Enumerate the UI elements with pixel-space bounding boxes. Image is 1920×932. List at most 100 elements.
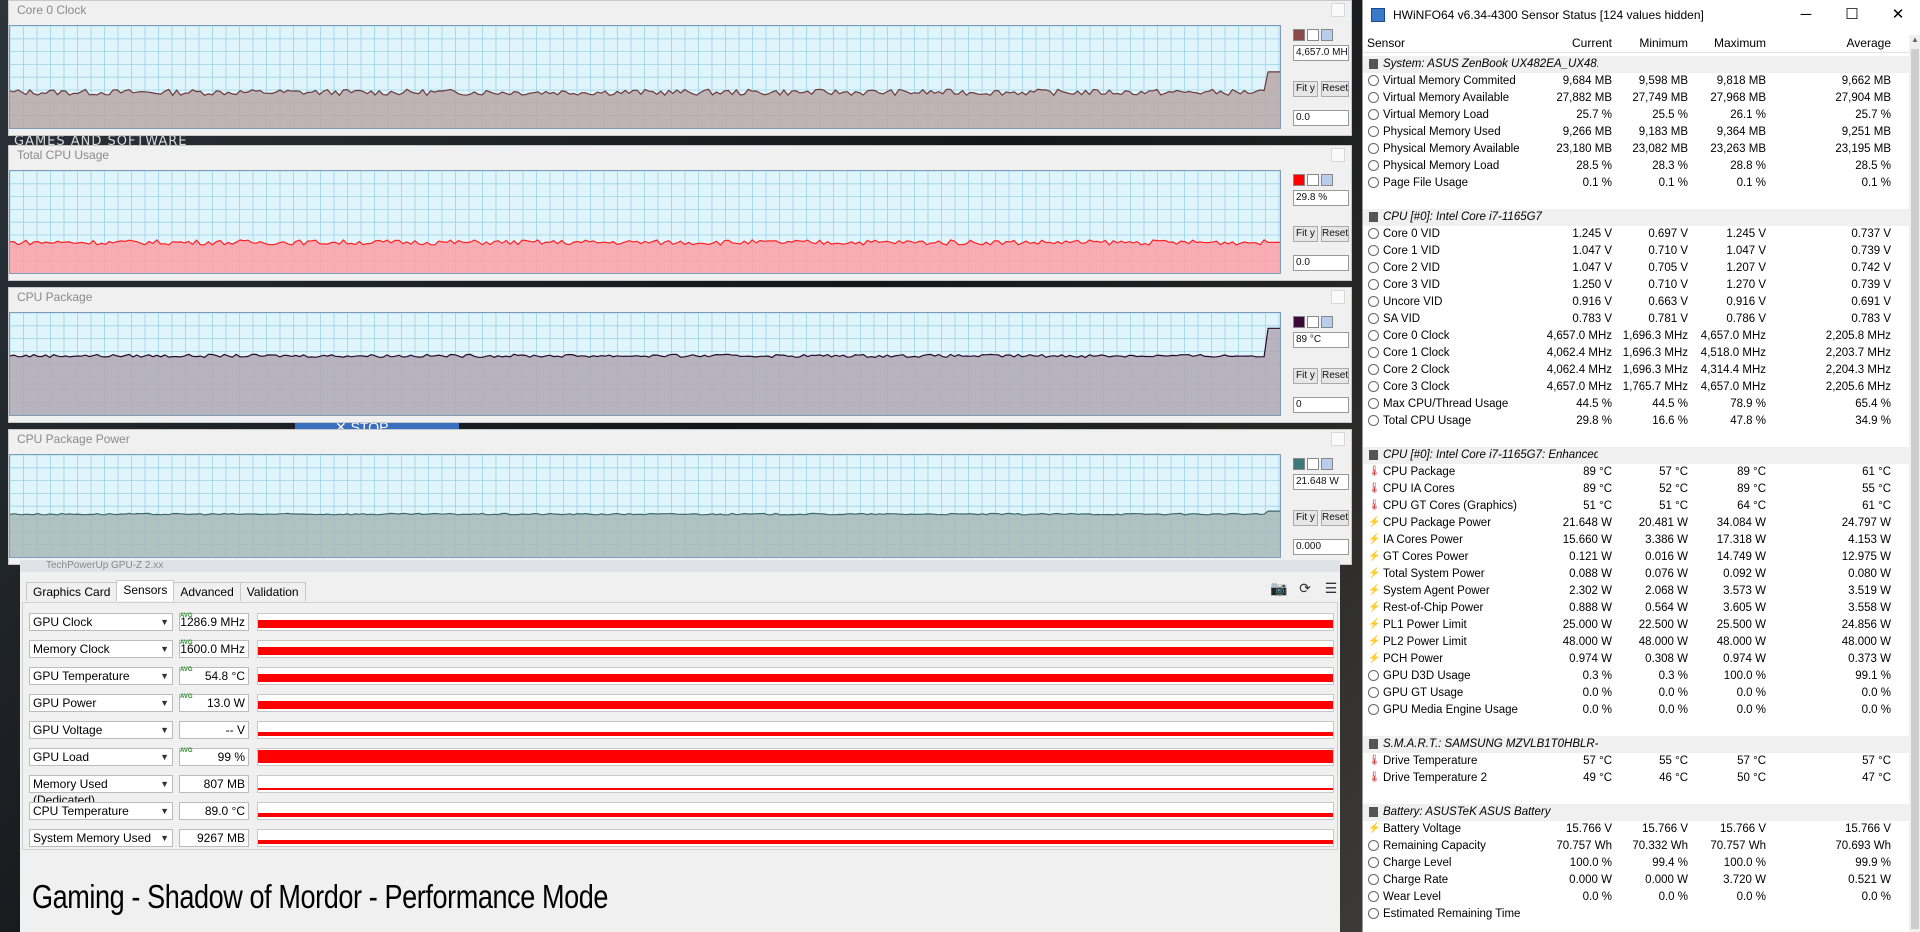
min-value-field[interactable]: 0.0: [1293, 255, 1349, 271]
sensor-row[interactable]: Max CPU/Thread Usage 44.5 % 44.5 % 78.9 % 65…: [1363, 396, 1909, 413]
sensor-row[interactable]: Core 3 VID 1.250 V 0.710 V 1.270 V 0.739 V: [1363, 277, 1909, 294]
sensor-group-header[interactable]: CPU [#0]: Intel Core i7-1165G7: [1363, 209, 1909, 226]
sensor-row[interactable]: ⚡ CPU Package Power 21.648 W 20.481 W 34.084…: [1363, 515, 1909, 532]
sensor-row[interactable]: Core 0 Clock 4,657.0 MHz 1,696.3 MHz 4,657.…: [1363, 328, 1909, 345]
sensor-row[interactable]: Virtual Memory Load 25.7 % 25.5 % 26.1 % 25.…: [1363, 107, 1909, 124]
sensor-row[interactable]: Core 0 VID 1.245 V 0.697 V 1.245 V 0.737 V: [1363, 226, 1909, 243]
sensor-row[interactable]: ⚡ Battery Voltage 15.766 V 15.766 V 15.766 V…: [1363, 821, 1909, 838]
sensor-row[interactable]: ⚡ PL2 Power Limit 48.000 W 48.000 W 48.000 W…: [1363, 634, 1909, 651]
sensor-select[interactable]: GPU Load ▼: [29, 748, 173, 766]
sensor-row[interactable]: Core 1 VID 1.047 V 0.710 V 1.047 V 0.739 V: [1363, 243, 1909, 260]
bg-color-swatch[interactable]: [1307, 29, 1319, 41]
tab-sensors[interactable]: Sensors: [116, 580, 175, 601]
grid-color-swatch[interactable]: [1321, 29, 1333, 41]
sensor-row[interactable]: GPU D3D Usage 0.3 % 0.3 % 100.0 % 99.1 %: [1363, 668, 1909, 685]
series-color-swatch[interactable]: [1293, 458, 1305, 470]
sensor-group-header[interactable]: S.M.A.R.T.: SAMSUNG MZVLB1T0HBLR-...: [1363, 736, 1909, 753]
sensor-row[interactable]: ⚡ System Agent Power 2.302 W 2.068 W 3.573 W…: [1363, 583, 1909, 600]
sensor-row[interactable]: Total CPU Usage 29.8 % 16.6 % 47.8 % 34.9 %: [1363, 413, 1909, 430]
sensor-group-header[interactable]: System: ASUS ZenBook UX482EA_UX48...: [1363, 56, 1909, 73]
scroll-up-icon[interactable]: ▲: [1909, 35, 1920, 47]
bg-color-swatch[interactable]: [1307, 174, 1319, 186]
sensor-row[interactable]: GPU Media Engine Usage 0.0 % 0.0 % 0.0 % 0.0…: [1363, 702, 1909, 719]
sensor-select[interactable]: GPU Clock ▼: [29, 613, 173, 631]
grid-color-swatch[interactable]: [1321, 458, 1333, 470]
sensor-row[interactable]: Charge Level 100.0 % 99.4 % 100.0 % 99.9 %: [1363, 855, 1909, 872]
sensor-row[interactable]: 🌡 CPU GT Cores (Graphics) 51 °C 51 °C 64 °C 6…: [1363, 498, 1909, 515]
sensor-row[interactable]: ⚡ PCH Power 0.974 W 0.308 W 0.974 W 0.373 W: [1363, 651, 1909, 668]
series-color-swatch[interactable]: [1293, 174, 1305, 186]
tab-validation[interactable]: Validation: [239, 582, 306, 601]
scroll-thumb[interactable]: [1911, 49, 1919, 929]
sensor-row[interactable]: Core 2 VID 1.047 V 0.705 V 1.207 V 0.742 V: [1363, 260, 1909, 277]
fit-y-button[interactable]: Fit y: [1293, 81, 1318, 97]
sensor-row[interactable]: Page File Usage 0.1 % 0.1 % 0.1 % 0.1 %: [1363, 175, 1909, 192]
sensor-select[interactable]: GPU Power ▼: [29, 694, 173, 712]
sensor-select[interactable]: GPU Voltage ▼: [29, 721, 173, 739]
minimize-icon[interactable]: ─: [1783, 0, 1829, 30]
col-sensor[interactable]: Sensor: [1367, 35, 1405, 52]
sensor-row[interactable]: Virtual Memory Commited 9,684 MB 9,598 MB 9…: [1363, 73, 1909, 90]
series-color-swatch[interactable]: [1293, 29, 1305, 41]
col-current[interactable]: Current: [1572, 35, 1612, 52]
reset-button[interactable]: Reset: [1321, 81, 1349, 97]
sensor-row[interactable]: Uncore VID 0.916 V 0.663 V 0.916 V 0.691 V: [1363, 294, 1909, 311]
graph-close-icon[interactable]: [1331, 148, 1345, 162]
tab-advanced[interactable]: Advanced: [173, 582, 241, 601]
camera-icon[interactable]: 📷: [1270, 580, 1288, 597]
sensor-row[interactable]: ⚡ PL1 Power Limit 25.000 W 22.500 W 25.500 W…: [1363, 617, 1909, 634]
sensor-row[interactable]: Core 1 Clock 4,062.4 MHz 1,696.3 MHz 4,518.…: [1363, 345, 1909, 362]
min-value-field[interactable]: 0.000: [1293, 539, 1349, 555]
tab-graphics-card[interactable]: Graphics Card: [26, 582, 118, 601]
sensor-row[interactable]: ⚡ Total System Power 0.088 W 0.076 W 0.092 W…: [1363, 566, 1909, 583]
min-value-field[interactable]: 0.0: [1293, 110, 1349, 126]
sensor-row[interactable]: Virtual Memory Available 27,882 MB 27,749 …: [1363, 90, 1909, 107]
sensor-select[interactable]: Memory Used (Dedicated) ▼: [29, 775, 173, 807]
bg-color-swatch[interactable]: [1307, 316, 1319, 328]
fit-y-button[interactable]: Fit y: [1293, 510, 1318, 526]
sensor-row[interactable]: Core 2 Clock 4,062.4 MHz 1,696.3 MHz 4,314.…: [1363, 362, 1909, 379]
fit-y-button[interactable]: Fit y: [1293, 226, 1318, 242]
sensor-select[interactable]: Memory Clock ▼: [29, 640, 173, 658]
sensor-group-header[interactable]: Battery: ASUSTeK ASUS Battery: [1363, 804, 1909, 821]
sensor-select[interactable]: GPU Temperature ▼: [29, 667, 173, 685]
graph-close-icon[interactable]: [1331, 432, 1345, 446]
reset-button[interactable]: Reset: [1321, 226, 1349, 242]
scrollbar[interactable]: ▲: [1909, 35, 1920, 932]
sensor-row[interactable]: 🌡 CPU Package 89 °C 57 °C 89 °C 61 °C: [1363, 464, 1909, 481]
reset-button[interactable]: Reset: [1321, 368, 1349, 384]
sensor-row[interactable]: SA VID 0.783 V 0.781 V 0.786 V 0.783 V: [1363, 311, 1909, 328]
sensor-row[interactable]: Estimated Remaining Time: [1363, 906, 1909, 923]
series-color-swatch[interactable]: [1293, 316, 1305, 328]
col-average[interactable]: Average: [1847, 35, 1891, 52]
menu-icon[interactable]: ☰: [1322, 580, 1340, 597]
sensor-row[interactable]: GPU GT Usage 0.0 % 0.0 % 0.0 % 0.0 %: [1363, 685, 1909, 702]
sensor-row[interactable]: 🌡 Drive Temperature 2 49 °C 46 °C 50 °C 47 °C: [1363, 770, 1909, 787]
sensor-row[interactable]: ⚡ Rest-of-Chip Power 0.888 W 0.564 W 3.605 W…: [1363, 600, 1909, 617]
grid-color-swatch[interactable]: [1321, 316, 1333, 328]
sensor-row[interactable]: Wear Level 0.0 % 0.0 % 0.0 % 0.0 %: [1363, 889, 1909, 906]
sensor-row[interactable]: Physical Memory Available 23,180 MB 23,082…: [1363, 141, 1909, 158]
min-value-field[interactable]: 0: [1293, 397, 1349, 413]
maximize-icon[interactable]: ☐: [1829, 0, 1875, 30]
col-maximum[interactable]: Maximum: [1714, 35, 1766, 52]
sensor-select[interactable]: System Memory Used ▼: [29, 829, 173, 847]
graph-close-icon[interactable]: [1331, 3, 1345, 17]
grid-color-swatch[interactable]: [1321, 174, 1333, 186]
refresh-icon[interactable]: ⟳: [1296, 580, 1314, 597]
sensor-row[interactable]: Charge Rate 0.000 W 0.000 W 3.720 W 0.521 W: [1363, 872, 1909, 889]
sensor-row[interactable]: ⚡ IA Cores Power 15.660 W 3.386 W 17.318 W 4.…: [1363, 532, 1909, 549]
sensor-group-header[interactable]: CPU [#0]: Intel Core i7-1165G7: Enhanced: [1363, 447, 1909, 464]
sensor-row[interactable]: 🌡 Drive Temperature 57 °C 55 °C 57 °C 57 °C: [1363, 753, 1909, 770]
sensor-row[interactable]: Remaining Capacity 70.757 Wh 70.332 Wh 70.7…: [1363, 838, 1909, 855]
col-minimum[interactable]: Minimum: [1639, 35, 1688, 52]
sensor-row[interactable]: Physical Memory Used 9,266 MB 9,183 MB 9,36…: [1363, 124, 1909, 141]
sensor-row[interactable]: ⚡ GT Cores Power 0.121 W 0.016 W 14.749 W 12.…: [1363, 549, 1909, 566]
sensor-select[interactable]: CPU Temperature ▼: [29, 802, 173, 820]
sensor-row[interactable]: Physical Memory Load 28.5 % 28.3 % 28.8 % 28…: [1363, 158, 1909, 175]
bg-color-swatch[interactable]: [1307, 458, 1319, 470]
reset-button[interactable]: Reset: [1321, 510, 1349, 526]
fit-y-button[interactable]: Fit y: [1293, 368, 1318, 384]
close-icon[interactable]: ✕: [1875, 0, 1920, 30]
sensor-row[interactable]: 🌡 CPU IA Cores 89 °C 52 °C 89 °C 55 °C: [1363, 481, 1909, 498]
